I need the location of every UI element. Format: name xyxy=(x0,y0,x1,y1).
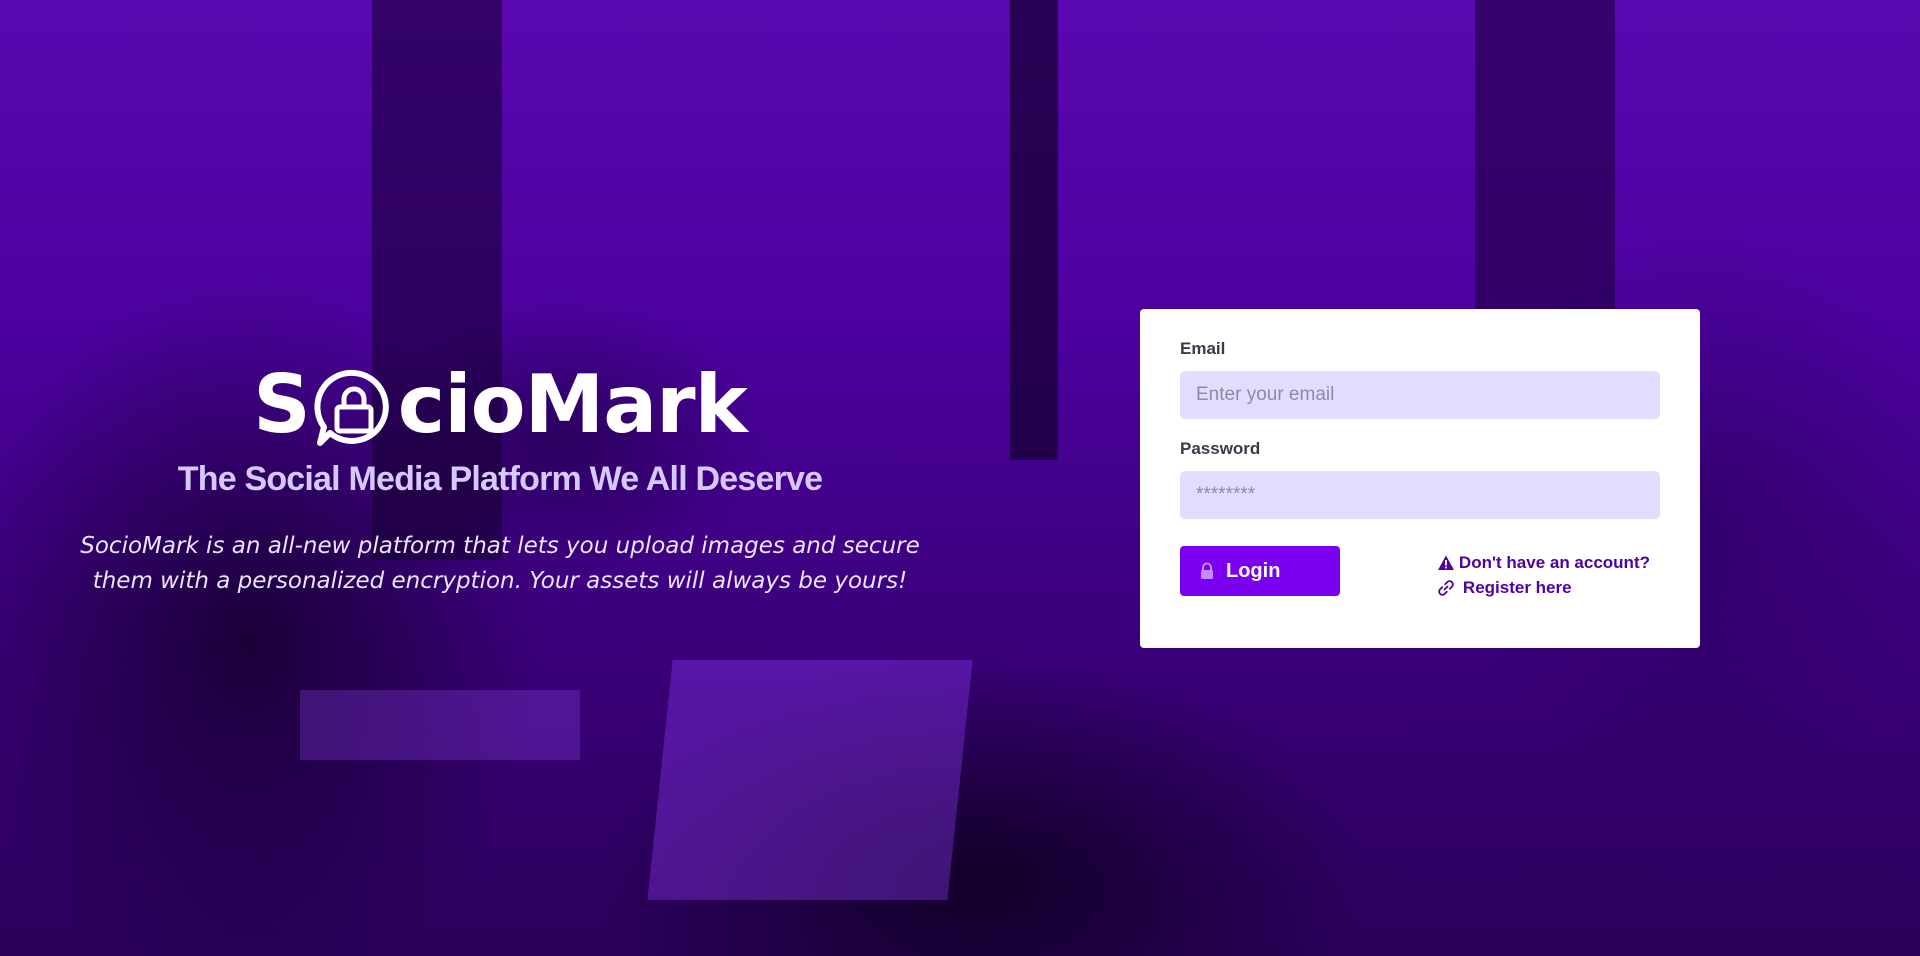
background-shape xyxy=(1475,0,1615,330)
login-button-label: Login xyxy=(1226,559,1281,582)
warning-icon xyxy=(1437,555,1454,570)
speech-bubble-lock-icon xyxy=(314,369,389,446)
register-prompt: Don't have an account? Register here xyxy=(1437,546,1660,600)
brand-name-prefix: S xyxy=(253,358,311,451)
password-label: Password xyxy=(1180,439,1261,458)
email-label: Email xyxy=(1180,339,1226,358)
form-actions: Login Don't have an account? Register he… xyxy=(1180,546,1660,600)
register-row: Register here xyxy=(1437,575,1650,600)
email-field[interactable] xyxy=(1180,371,1660,419)
login-page: S cioMark The Social Media Platform We A… xyxy=(0,0,1920,956)
login-card: Email Password Login Don't hav xyxy=(1140,309,1700,648)
register-link[interactable]: Register here xyxy=(1463,575,1572,600)
link-icon xyxy=(1438,579,1454,596)
background-shape xyxy=(300,690,580,760)
brand-name-suffix: cioMark xyxy=(397,358,748,451)
brand-logo: S cioMark xyxy=(40,360,960,450)
login-button[interactable]: Login xyxy=(1180,546,1340,596)
lock-icon xyxy=(1201,562,1213,579)
no-account-row: Don't have an account? xyxy=(1437,550,1650,575)
hero-section: S cioMark The Social Media Platform We A… xyxy=(40,360,960,599)
tagline: The Social Media Platform We All Deserve xyxy=(177,460,823,498)
background-shape xyxy=(647,660,973,900)
platform-description: SocioMark is an all-new platform that le… xyxy=(80,533,920,594)
password-field[interactable] xyxy=(1180,471,1660,519)
background-shape xyxy=(1010,0,1058,460)
no-account-text: Don't have an account? xyxy=(1458,553,1650,572)
